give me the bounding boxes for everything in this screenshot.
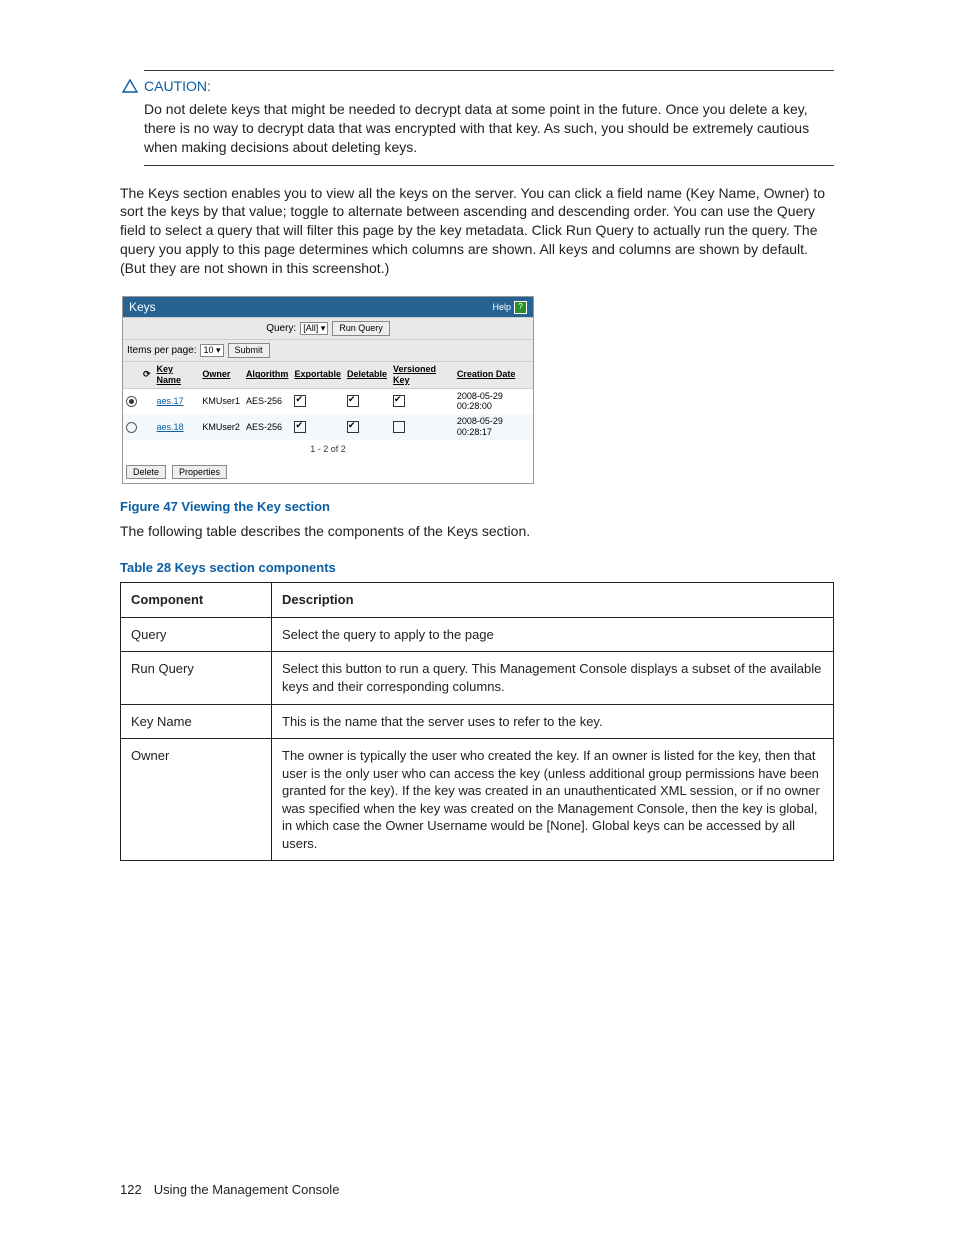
- cell-algorithm: AES-256: [243, 388, 292, 414]
- versioned-checkbox[interactable]: [393, 395, 405, 407]
- run-query-button[interactable]: Run Query: [332, 321, 390, 336]
- components-row: Query Select the query to apply to the p…: [121, 617, 834, 652]
- caution-label: CAUTION:: [144, 77, 211, 96]
- items-per-page-bar: Items per page: 10 ▾ Submit: [123, 339, 533, 361]
- component-desc: The owner is typically the user who crea…: [272, 739, 834, 861]
- cell-algorithm: AES-256: [243, 414, 292, 440]
- help-label: Help: [492, 302, 511, 313]
- key-link[interactable]: aes.17: [157, 396, 184, 406]
- exportable-checkbox[interactable]: [294, 395, 306, 407]
- table-row: aes.17 KMUser1 AES-256 2008-05-29 00:28:…: [123, 388, 533, 414]
- component-name: Query: [121, 617, 272, 652]
- col-algorithm[interactable]: Algorithm: [243, 362, 292, 389]
- table-caption: Table 28 Keys section components: [120, 559, 834, 577]
- col-owner[interactable]: Owner: [199, 362, 243, 389]
- figure-followup: The following table describes the compon…: [120, 522, 834, 541]
- page-footer: 122 Using the Management Console: [120, 1181, 834, 1199]
- items-per-page-value: 10: [203, 345, 213, 355]
- components-head-component: Component: [121, 583, 272, 618]
- component-desc: This is the name that the server uses to…: [272, 704, 834, 739]
- component-name: Run Query: [121, 652, 272, 704]
- versioned-checkbox[interactable]: [393, 421, 405, 433]
- col-exportable[interactable]: Exportable: [291, 362, 344, 389]
- keys-table: ⟳ Key Name Owner Algorithm Exportable De…: [123, 361, 533, 440]
- components-head-description: Description: [272, 583, 834, 618]
- component-name: Owner: [121, 739, 272, 861]
- col-keyname[interactable]: Key Name: [154, 362, 200, 389]
- components-table: Component Description Query Select the q…: [120, 582, 834, 861]
- exportable-checkbox[interactable]: [294, 421, 306, 433]
- components-row: Run Query Select this button to run a qu…: [121, 652, 834, 704]
- page-number: 122: [120, 1181, 142, 1199]
- key-link[interactable]: aes.18: [157, 422, 184, 432]
- query-label: Query:: [266, 323, 296, 335]
- intro-paragraph: The Keys section enables you to view all…: [120, 184, 834, 278]
- keys-panel-screenshot: Keys Help ? Query: [All] ▾ Run Query Ite…: [122, 296, 534, 484]
- table-row: aes.18 KMUser2 AES-256 2008-05-29 00:28:…: [123, 414, 533, 440]
- col-versioned[interactable]: Versioned Key: [390, 362, 454, 389]
- figure-caption: Figure 47 Viewing the Key section: [120, 498, 834, 516]
- items-per-page-label: Items per page:: [127, 345, 196, 357]
- keys-panel-titlebar: Keys Help ?: [123, 297, 533, 317]
- query-bar: Query: [All] ▾ Run Query: [123, 317, 533, 339]
- caution-triangle-icon: [122, 79, 138, 93]
- deletable-checkbox[interactable]: [347, 421, 359, 433]
- section-title: Using the Management Console: [154, 1181, 340, 1199]
- row-radio[interactable]: [126, 422, 137, 433]
- cell-creation: 2008-05-29 00:28:17: [454, 414, 533, 440]
- query-select-value: [All]: [303, 323, 318, 333]
- query-select[interactable]: [All] ▾: [300, 322, 328, 335]
- cell-creation: 2008-05-29 00:28:00: [454, 388, 533, 414]
- row-radio[interactable]: [126, 396, 137, 407]
- action-buttons: Delete Properties: [123, 459, 533, 484]
- caution-rule-top: [144, 70, 834, 71]
- col-refresh[interactable]: ⟳: [140, 362, 154, 389]
- caution-text: Do not delete keys that might be needed …: [144, 100, 834, 157]
- deletable-checkbox[interactable]: [347, 395, 359, 407]
- cell-owner: KMUser1: [199, 388, 243, 414]
- component-desc: Select this button to run a query. This …: [272, 652, 834, 704]
- caution-block: CAUTION: Do not delete keys that might b…: [120, 70, 834, 166]
- component-name: Key Name: [121, 704, 272, 739]
- components-row: Owner The owner is typically the user wh…: [121, 739, 834, 861]
- properties-button[interactable]: Properties: [172, 465, 227, 480]
- col-creation[interactable]: Creation Date: [454, 362, 533, 389]
- component-desc: Select the query to apply to the page: [272, 617, 834, 652]
- help-link[interactable]: Help ?: [492, 301, 527, 314]
- items-per-page-select[interactable]: 10 ▾: [200, 344, 223, 357]
- pager-text: 1 - 2 of 2: [123, 440, 533, 459]
- delete-button[interactable]: Delete: [126, 465, 166, 480]
- col-radio: [123, 362, 140, 389]
- submit-button[interactable]: Submit: [228, 343, 270, 358]
- components-row: Key Name This is the name that the serve…: [121, 704, 834, 739]
- keys-panel-title: Keys: [129, 300, 156, 314]
- cell-owner: KMUser2: [199, 414, 243, 440]
- caution-header: CAUTION:: [122, 77, 834, 96]
- caution-rule-bottom: [144, 165, 834, 166]
- col-deletable[interactable]: Deletable: [344, 362, 390, 389]
- help-icon: ?: [514, 301, 527, 314]
